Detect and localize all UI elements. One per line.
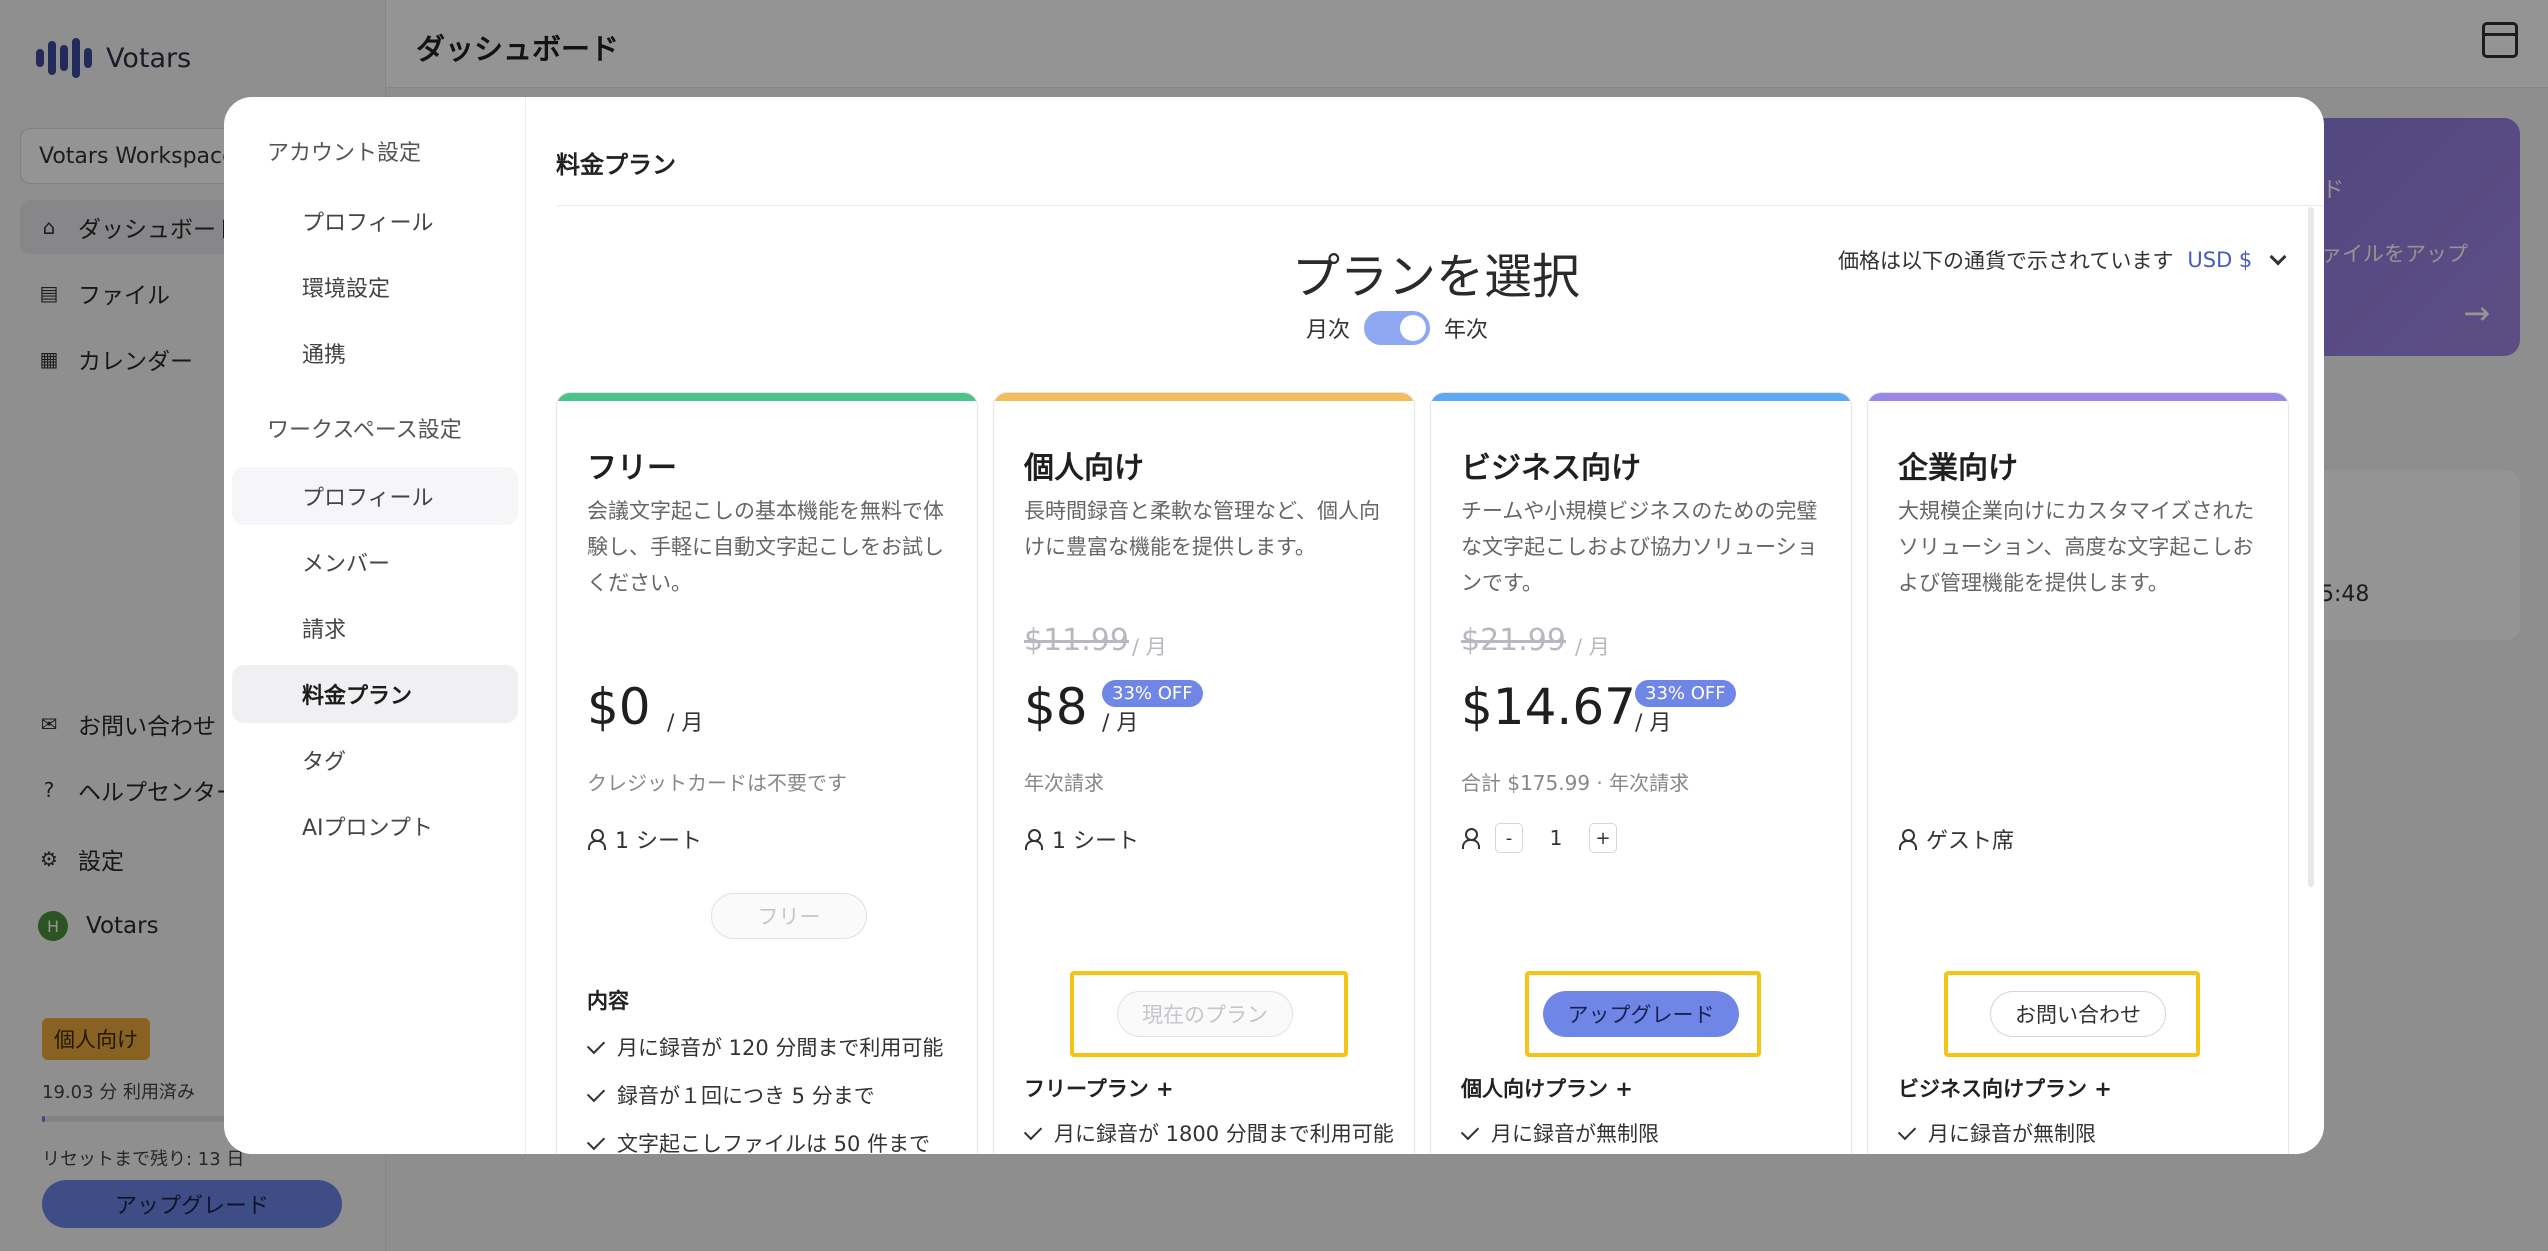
settings-item-profile[interactable]: プロフィール (232, 192, 518, 250)
currency-value: USD $ (2187, 248, 2253, 272)
price-unit: / 月 (667, 711, 704, 736)
person-icon (587, 829, 606, 850)
plan-name: フリー (587, 451, 677, 486)
check-icon (1023, 1121, 1043, 1141)
plan-card-enterprise: 企業向け 大規模企業向けにカスタマイズされたソリューション、高度な文字起こしおよ… (1867, 392, 2289, 1154)
feature-item: 月に録音が 120 分間まで利用可能 (586, 1035, 967, 1061)
feature-item: 録音が１回につき 5 分まで (586, 1083, 967, 1109)
seat-label: ゲスト席 (1926, 829, 2015, 854)
plan-description: 大規模企業向けにカスタマイズされたソリューション、高度な文字起こしおよび管理機能… (1898, 499, 2255, 595)
feature-item: 文字起こしファイルは 50 件まで (586, 1131, 967, 1154)
check-icon (1897, 1121, 1917, 1141)
discount-badge: 33% OFF (1635, 680, 1736, 707)
original-price-unit: / 月 (1575, 635, 1610, 659)
seat-info: ゲスト席 (1898, 823, 2014, 855)
pricing-content: 料金プラン プランを選択 月次 年次 価格は以下の通貨で示されています USD … (526, 97, 2324, 1154)
settings-modal: アカウント設定 プロフィール 環境設定 通携 ワークスペース設定 プロフィール … (224, 97, 2324, 1154)
plan-name: ビジネス向け (1461, 451, 1641, 486)
check-icon (586, 1083, 606, 1103)
contact-sales-button[interactable]: お問い合わせ (1990, 991, 2166, 1037)
divider (556, 205, 2324, 206)
plan-description: 長時間録音と柔軟な管理など、個人向けに豊富な機能を提供します。 (1024, 499, 1380, 559)
discount-badge: 33% OFF (1102, 680, 1203, 707)
seat-info: 1 シート (1024, 823, 1139, 855)
billing-period-switch[interactable] (1364, 311, 1431, 345)
plan-name: 個人向け (1024, 451, 1144, 486)
person-icon (1461, 828, 1480, 849)
chevron-down-icon (2269, 248, 2287, 266)
price-note: クレジットカードは不要です (587, 771, 847, 795)
original-price: $11.99 (1024, 623, 1129, 658)
settings-item-integrations[interactable]: 通携 (232, 324, 518, 382)
settings-item-preferences[interactable]: 環境設定 (232, 258, 518, 316)
section-title: 料金プラン (556, 151, 676, 179)
workspace-settings-header: ワークスペース設定 (267, 418, 462, 443)
current-plan-button[interactable]: 現在のプラン (1117, 991, 1293, 1037)
quantity-stepper: - 1 + (1495, 823, 1617, 853)
settings-item-tags[interactable]: タグ (232, 731, 518, 789)
features-heading: ビジネス向けプラン + (1898, 1077, 2112, 1101)
seat-info: 1 シート (587, 823, 702, 855)
currency-selector[interactable]: 価格は以下の通貨で示されています USD $ (1838, 245, 2287, 275)
check-icon (1460, 1121, 1480, 1141)
plan-accent-bar (1868, 393, 2288, 401)
settings-item-workspace-profile[interactable]: プロフィール (232, 467, 518, 525)
settings-item-billing[interactable]: 請求 (232, 599, 518, 657)
plan-price: $14.67 (1461, 678, 1636, 736)
person-icon (1024, 829, 1043, 850)
feature-item: 月に録音が無制限 (1897, 1121, 2278, 1147)
billing-toggle: 月次 年次 (1306, 311, 1488, 345)
settings-item-members[interactable]: メンバー (232, 533, 518, 591)
settings-item-pricing[interactable]: 料金プラン (232, 665, 518, 723)
seat-count-input[interactable]: 1 (1531, 823, 1581, 853)
plan-card-personal: 個人向け 長時間録音と柔軟な管理など、個人向けに豊富な機能を提供します。 $11… (993, 392, 1415, 1154)
original-price-unit: / 月 (1132, 635, 1167, 659)
plan-accent-bar (557, 393, 977, 401)
original-price: $21.99 (1461, 623, 1566, 658)
seat-label: 1 シート (615, 829, 702, 854)
plan-description: 会議文字起こしの基本機能を無料で体験し、手軽に自動文字起こしをお試しください。 (587, 499, 944, 595)
features-heading: 内容 (587, 989, 629, 1013)
upgrade-button[interactable]: アップグレード (1543, 991, 1739, 1037)
check-icon (586, 1035, 606, 1055)
scrollbar[interactable] (2308, 207, 2314, 887)
plan-description: チームや小規模ビジネスのための完璧な文字起こしおよび協力ソリューションです。 (1461, 499, 1818, 595)
price-note: 年次請求 (1024, 771, 1104, 795)
person-icon (1898, 829, 1917, 850)
decrement-button[interactable]: - (1495, 823, 1523, 853)
check-icon (586, 1131, 606, 1151)
plan-card-free: フリー 会議文字起こしの基本機能を無料で体験し、手軽に自動文字起こしをお試しくだ… (556, 392, 978, 1154)
plan-card-business: ビジネス向け チームや小規模ビジネスのための完璧な文字起こしおよび協力ソリューシ… (1430, 392, 1852, 1154)
plan-accent-bar (1431, 393, 1851, 401)
plan-price: $8 (1024, 678, 1088, 736)
free-plan-button[interactable]: フリー (711, 893, 867, 939)
feature-item: 月に録音が無制限 (1460, 1121, 1841, 1147)
settings-nav: アカウント設定 プロフィール 環境設定 通携 ワークスペース設定 プロフィール … (224, 97, 526, 1154)
account-settings-header: アカウント設定 (267, 141, 422, 166)
features-heading: 個人向けプラン + (1461, 1077, 1633, 1101)
currency-label: 価格は以下の通貨で示されています (1838, 249, 2174, 273)
toggle-monthly-label[interactable]: 月次 (1306, 312, 1350, 344)
price-unit: / 月 (1635, 711, 1672, 736)
feature-item: 月に録音が 1800 分間まで利用可能 (1023, 1121, 1404, 1147)
toggle-yearly-label[interactable]: 年次 (1444, 312, 1488, 344)
settings-item-ai-prompts[interactable]: AIプロンプト (232, 797, 518, 855)
seat-stepper: - 1 + (1461, 823, 1617, 853)
increment-button[interactable]: + (1589, 823, 1617, 853)
seat-label: 1 シート (1052, 829, 1139, 854)
price-unit: / 月 (1102, 711, 1139, 736)
features-heading: フリープラン + (1024, 1077, 1174, 1101)
pricing-heading: プランを選択 (1291, 249, 1580, 305)
plan-accent-bar (994, 393, 1414, 401)
plan-price: $0 (587, 678, 651, 736)
price-note: 合計 $175.99 · 年次請求 (1461, 771, 1690, 795)
plan-name: 企業向け (1898, 451, 2018, 486)
